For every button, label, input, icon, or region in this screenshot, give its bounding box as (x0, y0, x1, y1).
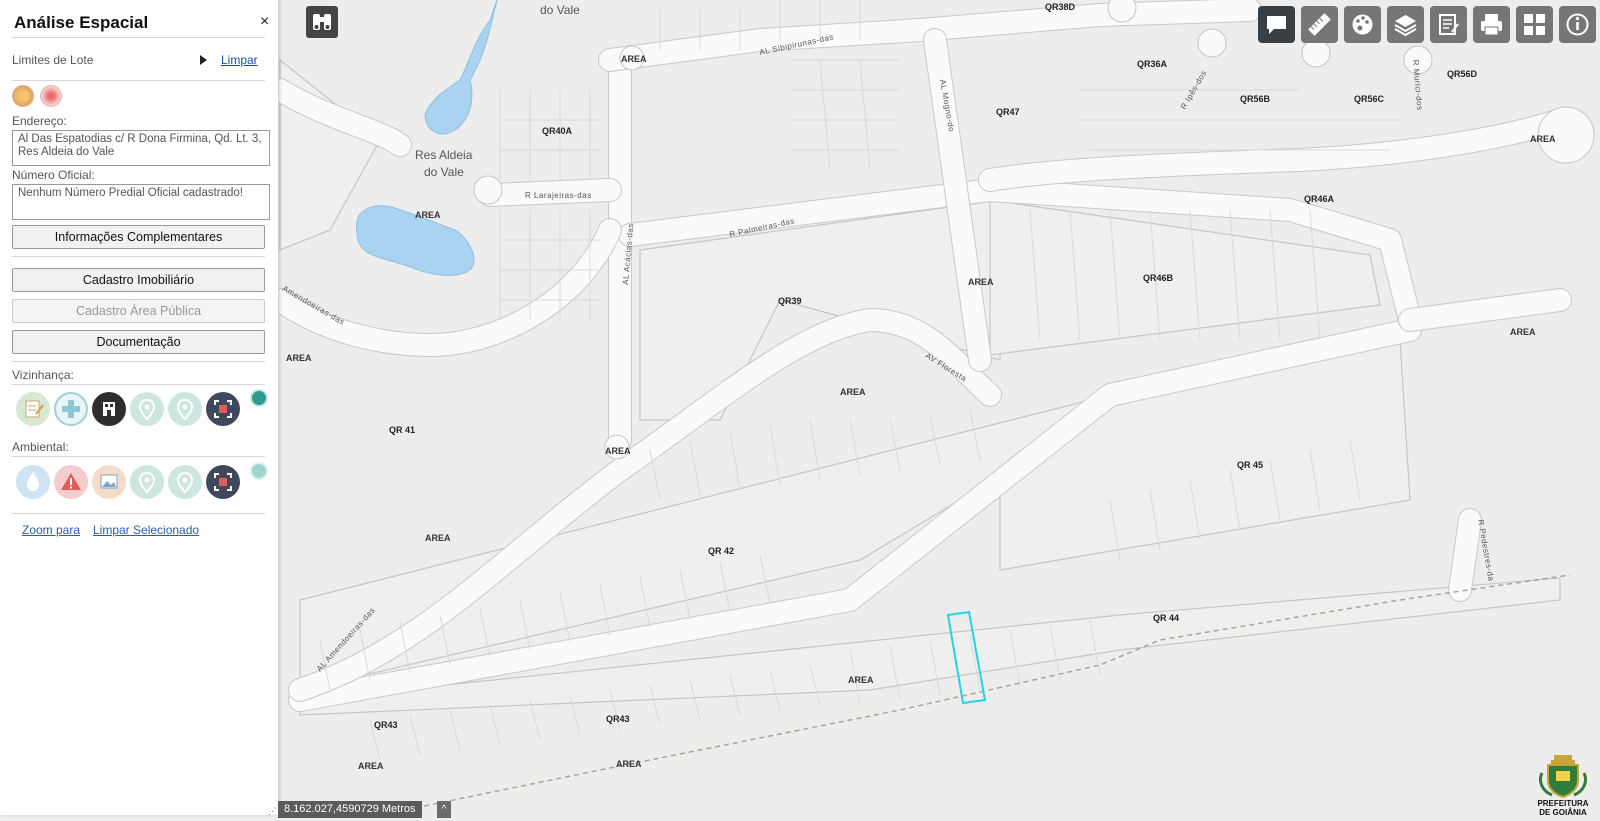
fullscreen-icon[interactable] (206, 392, 240, 426)
coat-of-arms-icon (1538, 755, 1588, 799)
cadastro-area-publica-button: Cadastro Área Pública (12, 299, 265, 323)
block-label: QR56D (1447, 69, 1478, 79)
print-icon[interactable] (1473, 6, 1510, 43)
location-pin-icon[interactable] (168, 392, 202, 426)
documentacao-button[interactable]: Documentação (12, 330, 265, 354)
building-icon[interactable] (92, 392, 126, 426)
place-label: Res Aldeia (415, 148, 473, 162)
block-label: QR39 (778, 296, 802, 306)
chevron-up-icon[interactable]: ^ (437, 801, 451, 818)
color-palette-icon[interactable] (12, 85, 34, 107)
resize-handle-icon[interactable]: ⋰ (268, 806, 277, 817)
block-label: QR 42 (708, 546, 734, 556)
area-label: AREA (1530, 134, 1556, 144)
place-label: do Vale (424, 165, 464, 179)
logo-line-2: DE GOIÂNIA (1539, 808, 1587, 817)
location-pin-icon[interactable] (130, 392, 164, 426)
location-pin-icon[interactable] (168, 465, 202, 499)
color-swatch-icon[interactable] (40, 85, 62, 107)
logo-line-1: PREFEITURA (1537, 799, 1589, 808)
zoom-link[interactable]: Zoom para (22, 523, 80, 537)
area-label: AREA (425, 533, 451, 543)
toggle-dot-icon[interactable] (250, 389, 268, 407)
palette-icon[interactable] (1344, 6, 1381, 43)
info-icon[interactable] (1559, 6, 1596, 43)
play-icon[interactable] (200, 55, 207, 65)
area-label: AREA (286, 353, 312, 363)
limits-label: Limites de Lote (12, 53, 94, 67)
warning-icon[interactable] (54, 465, 88, 499)
address-label: Endereço: (12, 114, 67, 128)
area-label: AREA (848, 675, 874, 685)
close-icon[interactable]: × (260, 13, 269, 31)
official-number-label: Número Oficial: (12, 168, 95, 182)
water-drop-icon[interactable] (16, 465, 50, 499)
divider (12, 456, 265, 457)
fullscreen-icon[interactable] (206, 465, 240, 499)
info-button[interactable]: Informações Complementares (12, 225, 265, 249)
edit-icon[interactable] (16, 392, 50, 426)
street-label: R Larajeiras-das (525, 191, 592, 200)
divider (12, 513, 265, 514)
block-label: QR46B (1143, 273, 1174, 283)
clear-link[interactable]: Limpar (221, 53, 258, 67)
area-label: AREA (1510, 327, 1536, 337)
area-label: AREA (840, 387, 866, 397)
layers-icon[interactable] (1387, 6, 1424, 43)
spatial-analysis-panel: Análise Espacial × Limites de Lote Limpa… (0, 0, 279, 815)
area-label: AREA (605, 446, 631, 456)
block-label: QR38D (1045, 2, 1076, 12)
location-pin-icon[interactable] (130, 465, 164, 499)
divider (12, 37, 265, 38)
area-label: AREA (968, 277, 994, 287)
block-label: QR 41 (389, 425, 415, 435)
divider (12, 256, 265, 257)
block-label: QR 44 (1153, 613, 1179, 623)
block-label: QR46A (1304, 194, 1335, 204)
area-label: AREA (415, 210, 441, 220)
report-icon[interactable] (1430, 6, 1467, 43)
official-number-field: Nenhum Número Predial Oficial cadastrado… (12, 184, 270, 220)
cadastro-imobiliario-button[interactable]: Cadastro Imobiliário (12, 268, 265, 292)
block-label: QR47 (996, 107, 1020, 117)
block-label: QR43 (374, 720, 398, 730)
divider (12, 361, 265, 362)
block-label: QR56C (1354, 94, 1385, 104)
address-field: Al Das Espatodias c/ R Dona Firmina, Qd.… (12, 130, 270, 166)
chat-icon[interactable] (1258, 6, 1295, 43)
place-label: do Vale (540, 3, 580, 17)
toggle-dot-icon[interactable] (250, 462, 268, 480)
prefeitura-logo: PREFEITURA DE GOIÂNIA (1534, 753, 1592, 817)
binoculars-icon[interactable] (306, 6, 338, 38)
divider (12, 384, 265, 385)
health-plus-icon[interactable] (54, 392, 88, 426)
coordinates-readout: 8.162.027,4590729 Metros (278, 801, 422, 818)
grid-icon[interactable] (1516, 6, 1553, 43)
area-label: AREA (616, 759, 642, 769)
block-label: QR36A (1137, 59, 1168, 69)
image-icon[interactable] (92, 465, 126, 499)
area-label: AREA (358, 761, 384, 771)
area-label: AREA (621, 54, 647, 64)
panel-title: Análise Espacial (14, 13, 149, 32)
street-label: R Pedestres-da (1476, 519, 1496, 582)
block-label: QR40A (542, 126, 573, 136)
block-label: QR56B (1240, 94, 1271, 104)
clear-selected-link[interactable]: Limpar Selecionado (93, 523, 199, 537)
divider (12, 80, 265, 81)
block-label: QR 45 (1237, 460, 1263, 470)
block-label: QR43 (606, 714, 630, 724)
ruler-icon[interactable] (1301, 6, 1338, 43)
vizinhanca-label: Vizinhança: (12, 368, 74, 382)
ambiental-label: Ambiental: (12, 440, 69, 454)
